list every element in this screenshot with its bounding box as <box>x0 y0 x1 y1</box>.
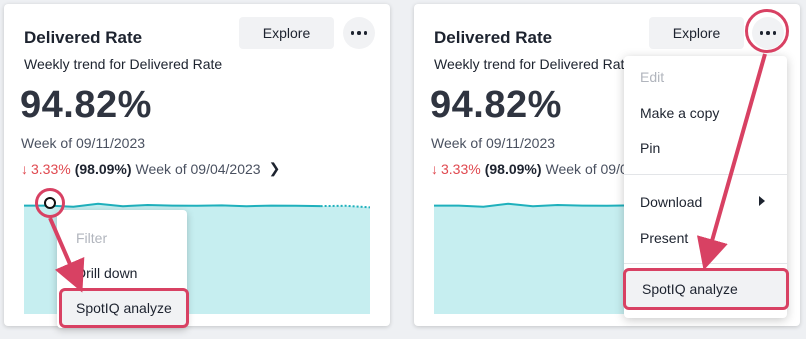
kpi-week: Week of 09/11/2023 <box>21 135 146 151</box>
menu-item-drill-down[interactable]: Drill down <box>76 265 137 281</box>
more-button-highlight-circle <box>745 9 789 53</box>
menu-item-spotiq-analyze[interactable]: SpotIQ analyze <box>623 268 789 310</box>
menu-item-pin[interactable]: Pin <box>640 140 660 156</box>
previous-value: (98.09%) <box>74 160 132 177</box>
kpi-value: 94.82% <box>430 84 562 126</box>
card-title: Delivered Rate <box>434 28 553 47</box>
menu-divider <box>624 174 787 175</box>
chart-datapoint[interactable] <box>44 197 56 209</box>
menu-divider <box>624 263 787 264</box>
previous-week: Week of 09/04/2023 <box>135 160 261 177</box>
change-percent: 3.33% <box>31 160 71 177</box>
explore-button[interactable]: Explore <box>239 17 334 49</box>
menu-item-filter[interactable]: Filter <box>76 230 107 246</box>
chevron-right-icon[interactable]: ❯ <box>269 160 281 177</box>
menu-item-make-a-copy[interactable]: Make a copy <box>640 105 719 121</box>
menu-item-download[interactable]: Download <box>640 194 702 210</box>
submenu-arrow-icon <box>759 196 765 206</box>
previous-value: (98.09%) <box>484 160 542 177</box>
menu-item-spotiq-analyze[interactable]: SpotIQ analyze <box>59 288 189 328</box>
down-arrow-icon: ↓ <box>21 160 28 177</box>
change-percent: 3.33% <box>441 160 481 177</box>
explore-button[interactable]: Explore <box>649 17 744 49</box>
card-subtitle: Weekly trend for Delivered Rate <box>24 56 223 72</box>
kpi-value: 94.82% <box>20 84 152 126</box>
card-title: Delivered Rate <box>24 28 143 47</box>
down-arrow-icon: ↓ <box>431 160 438 177</box>
menu-item-edit[interactable]: Edit <box>640 69 664 85</box>
kpi-change[interactable]: ↓ 3.33% (98.09%) Week of 09/04/2023 ❯ <box>21 160 280 177</box>
card-subtitle: Weekly trend for Delivered Rate <box>434 56 633 72</box>
more-options-button[interactable] <box>343 17 375 49</box>
chart-line <box>24 202 321 208</box>
more-dots-icon <box>350 31 368 35</box>
kpi-week: Week of 09/11/2023 <box>431 135 556 151</box>
menu-item-present[interactable]: Present <box>640 230 688 246</box>
